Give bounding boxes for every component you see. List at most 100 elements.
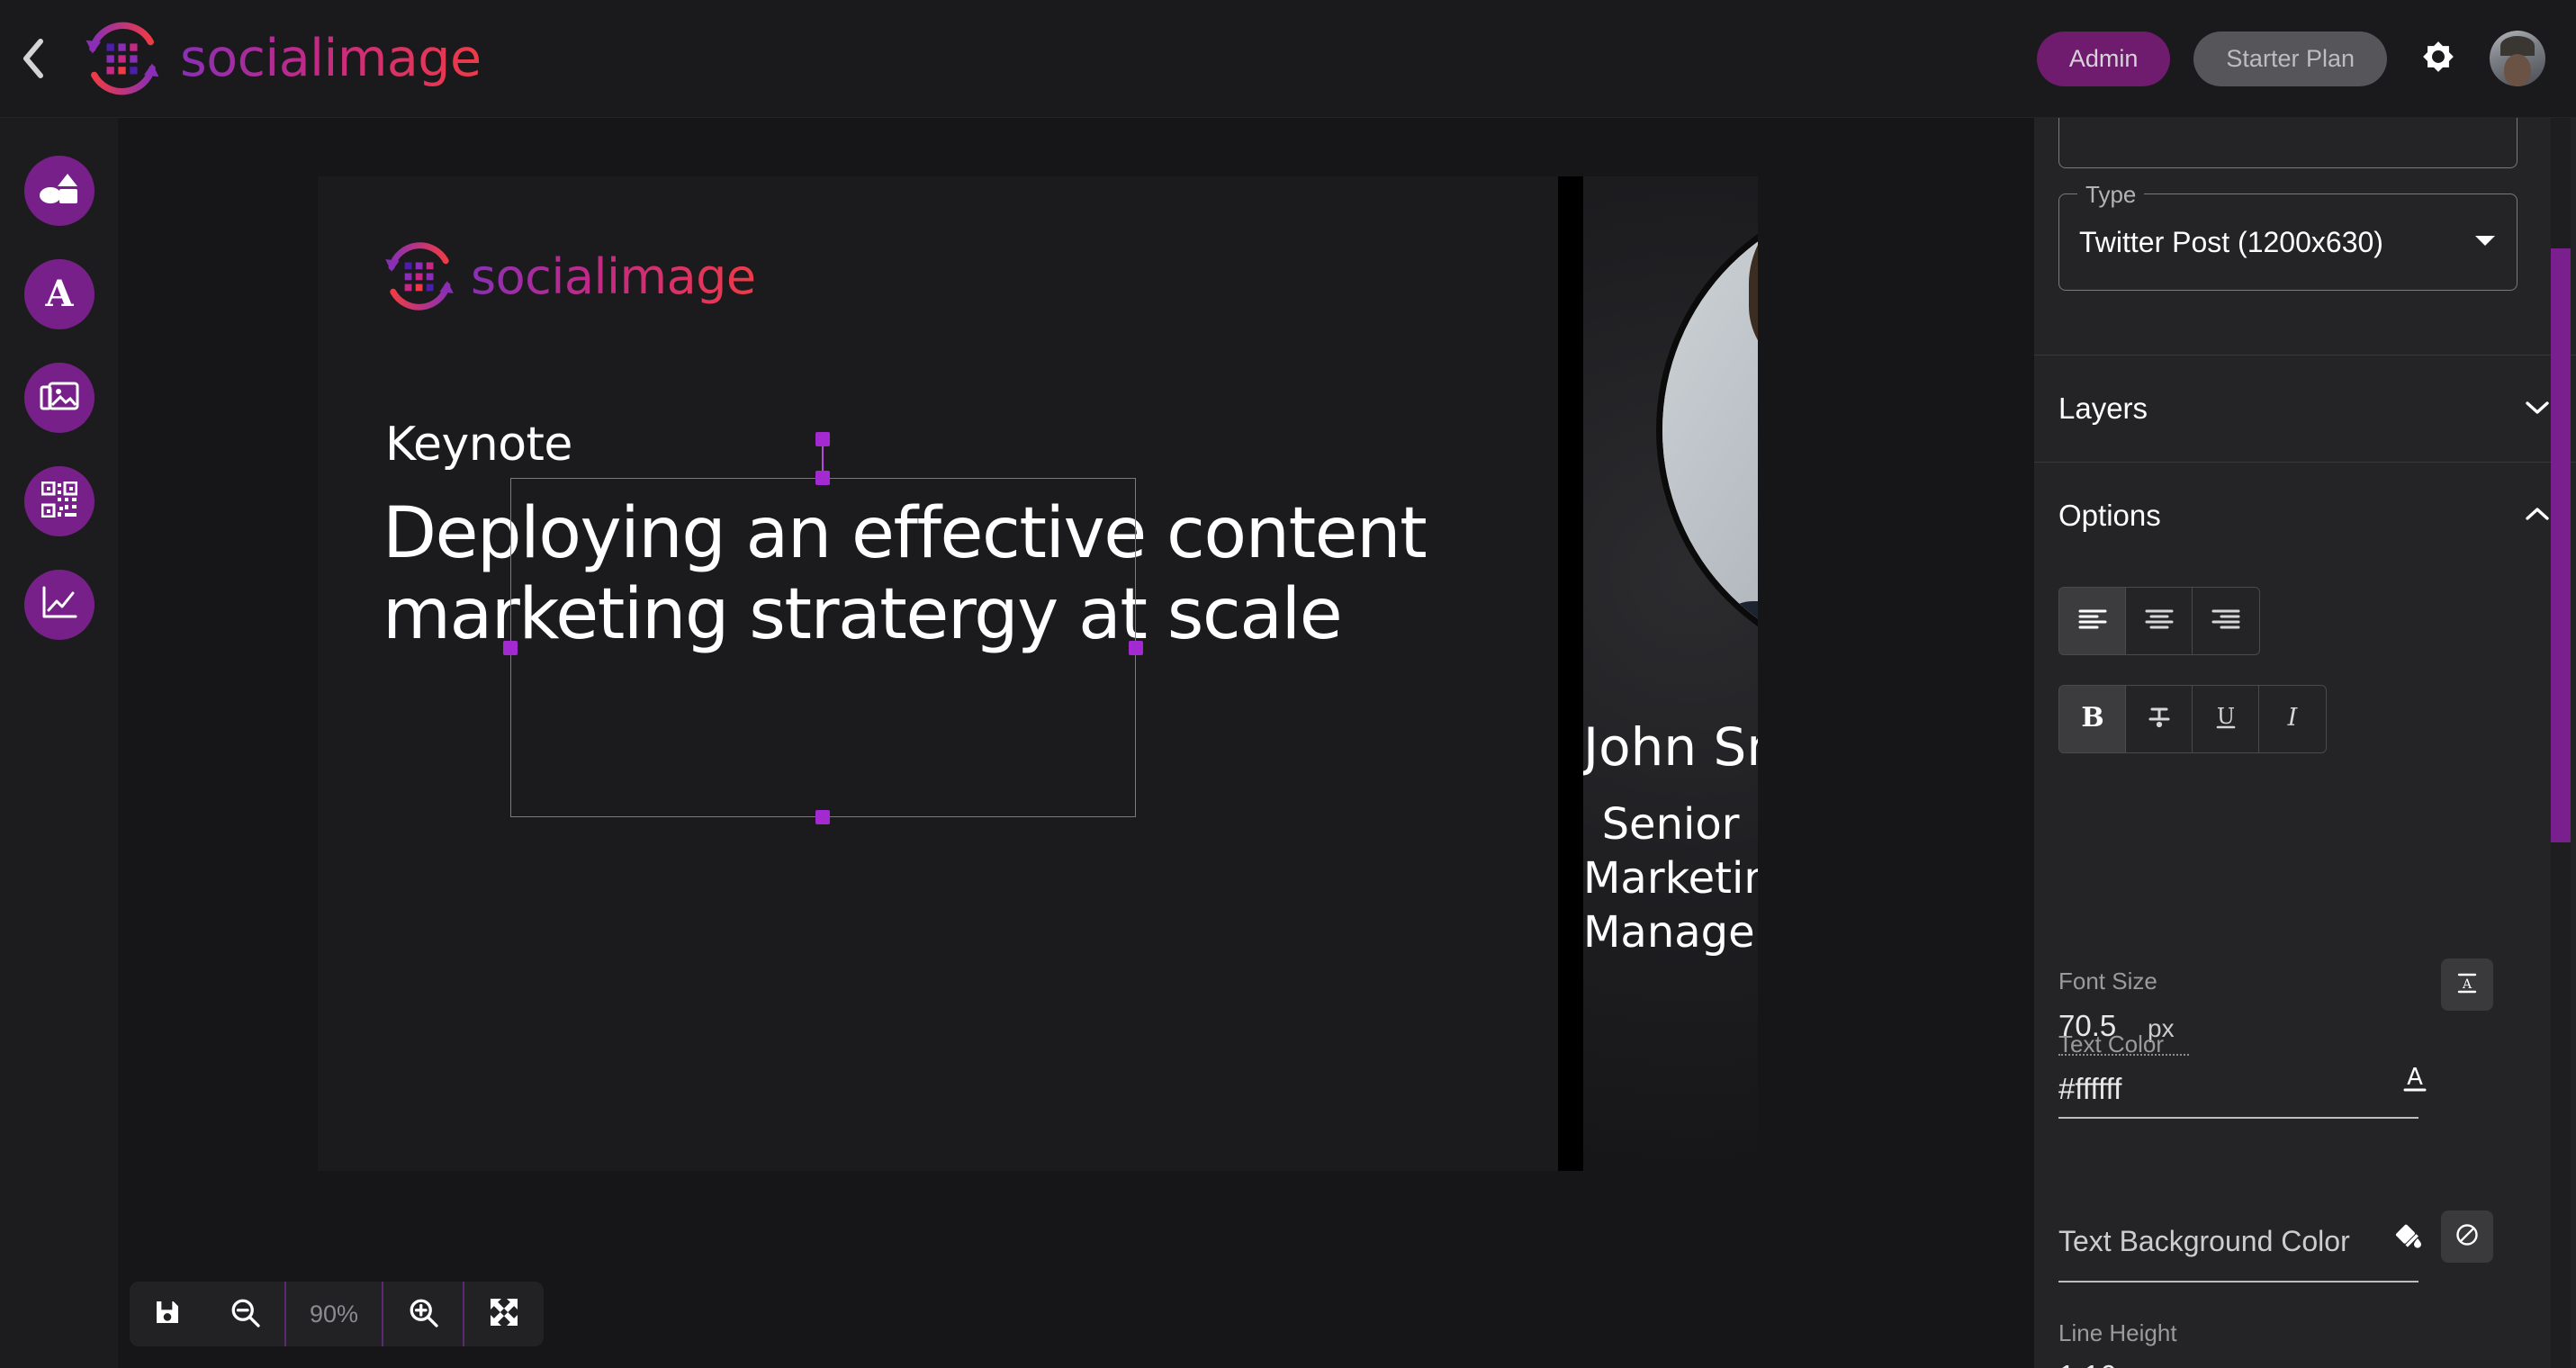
sidebar-item-text[interactable]: A (23, 259, 95, 329)
line-height-unit: px (2162, 1364, 2189, 1368)
svg-text:U: U (2216, 704, 2234, 729)
zoom-out-icon (229, 1296, 261, 1333)
sidebar-item-chart[interactable] (23, 570, 95, 640)
text-color-underline (2058, 1117, 2418, 1119)
admin-badge[interactable]: Admin (2036, 31, 2171, 86)
canvas-logo: socialimage (381, 238, 756, 315)
align-center-button[interactable] (2126, 588, 2193, 654)
canvas-stage[interactable]: socialimage Keynote Deploying an effecti… (118, 118, 2034, 1368)
line-height-input[interactable]: 1.16 (2058, 1359, 2116, 1368)
resize-handle-left[interactable] (503, 641, 518, 655)
zoom-in-icon (407, 1296, 439, 1333)
resize-handle-right[interactable] (1129, 641, 1143, 655)
shapes-icon (39, 171, 79, 212)
text-format-group: B U I (2058, 685, 2327, 753)
layers-section-header[interactable]: Layers (2034, 356, 2576, 462)
options-section-header[interactable]: Options (2034, 463, 2576, 569)
socialimage-logo-icon (381, 238, 458, 315)
chevron-left-icon (21, 38, 46, 79)
chevron-down-icon (2473, 233, 2497, 252)
settings-button[interactable] (2410, 31, 2466, 86)
back-button[interactable] (2, 0, 65, 118)
options-section-title: Options (2058, 499, 2161, 532)
svg-text:A: A (2462, 977, 2472, 992)
bold-icon: B (2079, 702, 2106, 736)
no-fill-icon (2454, 1221, 2481, 1253)
type-select-value: Twitter Post (1200x630) (2079, 225, 2383, 258)
underline-icon: U (2212, 703, 2239, 736)
font-size-label: Font Size (2058, 968, 2157, 994)
sidebar-item-shapes[interactable] (23, 156, 95, 226)
chevron-up-icon (2523, 505, 2552, 527)
plan-badge[interactable]: Starter Plan (2193, 31, 2387, 86)
bold-button[interactable]: B (2059, 686, 2126, 752)
text-color-picker-button[interactable]: A (2394, 1059, 2436, 1101)
brand-name: socialimage (180, 29, 482, 88)
panel-scrollbar-thumb[interactable] (2551, 248, 2571, 842)
zoom-level-label: 90% (310, 1300, 359, 1328)
brand-logo[interactable]: socialimage (81, 17, 482, 100)
canvas-toolbar: 90% (130, 1282, 545, 1346)
canvas-person-role[interactable]: Senior Marketing Manager (1583, 797, 1758, 959)
design-canvas[interactable]: socialimage Keynote Deploying an effecti… (318, 176, 1758, 1171)
text-background-color-underline (2058, 1281, 2418, 1282)
header-actions: Admin Starter Plan (2036, 31, 2576, 86)
text-background-color-label: Text Background Color (2058, 1225, 2350, 1257)
clear-text-background-button[interactable] (2441, 1210, 2493, 1263)
vertical-align-top-button[interactable]: A (2441, 958, 2493, 1011)
align-left-icon (2077, 608, 2108, 635)
align-left-button[interactable] (2059, 588, 2126, 654)
type-select[interactable]: Type Twitter Post (1200x630) (2058, 181, 2517, 291)
text-align-group (2058, 587, 2260, 655)
canvas-headline-text[interactable]: Deploying an effective content marketing… (383, 493, 1508, 656)
text-color-icon: A (2400, 1063, 2429, 1098)
chart-icon (41, 586, 77, 625)
save-icon (153, 1298, 182, 1331)
svg-text:B: B (2081, 703, 2103, 732)
text-background-color-picker-button[interactable] (2387, 1218, 2430, 1261)
canvas-divider (1558, 176, 1583, 1171)
text-color-label: Text Color (2058, 1030, 2165, 1058)
strikethrough-button[interactable] (2126, 686, 2193, 752)
text-a-icon: A (41, 273, 77, 316)
previous-field-clipped[interactable] (2058, 118, 2517, 168)
canvas-person-name[interactable]: John Smith (1583, 716, 1758, 778)
canvas-logo-text: socialimage (471, 248, 756, 305)
rotate-handle[interactable] (815, 432, 830, 446)
resize-handle-bottom[interactable] (815, 810, 830, 824)
images-icon (40, 379, 79, 418)
fill-bucket-icon (2393, 1222, 2424, 1257)
zoom-out-button[interactable] (205, 1282, 284, 1346)
app-root: socialimage Admin Starter Plan A sociali… (0, 0, 2576, 1368)
tool-rail: A (0, 118, 118, 1368)
avatar[interactable] (2490, 31, 2545, 86)
text-color-input[interactable]: #ffffff (2058, 1072, 2121, 1106)
save-button[interactable] (130, 1282, 205, 1346)
canvas-portrait-image[interactable] (1662, 196, 1758, 664)
sidebar-item-images[interactable] (23, 363, 95, 433)
type-select-label: Type (2077, 181, 2145, 209)
underline-button[interactable]: U (2193, 686, 2259, 752)
align-right-button[interactable] (2193, 588, 2259, 654)
svg-text:I: I (2287, 704, 2299, 732)
italic-button[interactable]: I (2259, 686, 2326, 752)
svg-text:A: A (44, 274, 74, 311)
svg-text:A: A (2407, 1064, 2423, 1091)
gear-icon (2414, 32, 2463, 86)
vertical-align-top-icon: A (2454, 969, 2481, 1001)
align-center-icon (2144, 608, 2175, 635)
line-height-label: Line Height (2058, 1319, 2177, 1346)
socialimage-logo-icon (81, 17, 164, 100)
chevron-down-icon (2523, 398, 2552, 420)
zoom-in-button[interactable] (383, 1282, 463, 1346)
qrcode-icon (41, 481, 77, 522)
canvas-kicker-text[interactable]: Keynote (385, 418, 572, 472)
sidebar-item-qrcode[interactable] (23, 466, 95, 536)
layers-section-title: Layers (2058, 392, 2148, 425)
resize-handle-top[interactable] (815, 471, 830, 485)
properties-panel: Type Twitter Post (1200x630) Layers Opti… (2034, 118, 2576, 1368)
strikethrough-icon (2146, 703, 2173, 736)
align-right-icon (2211, 608, 2241, 635)
fullscreen-button[interactable] (464, 1282, 544, 1346)
fullscreen-icon (488, 1296, 520, 1333)
